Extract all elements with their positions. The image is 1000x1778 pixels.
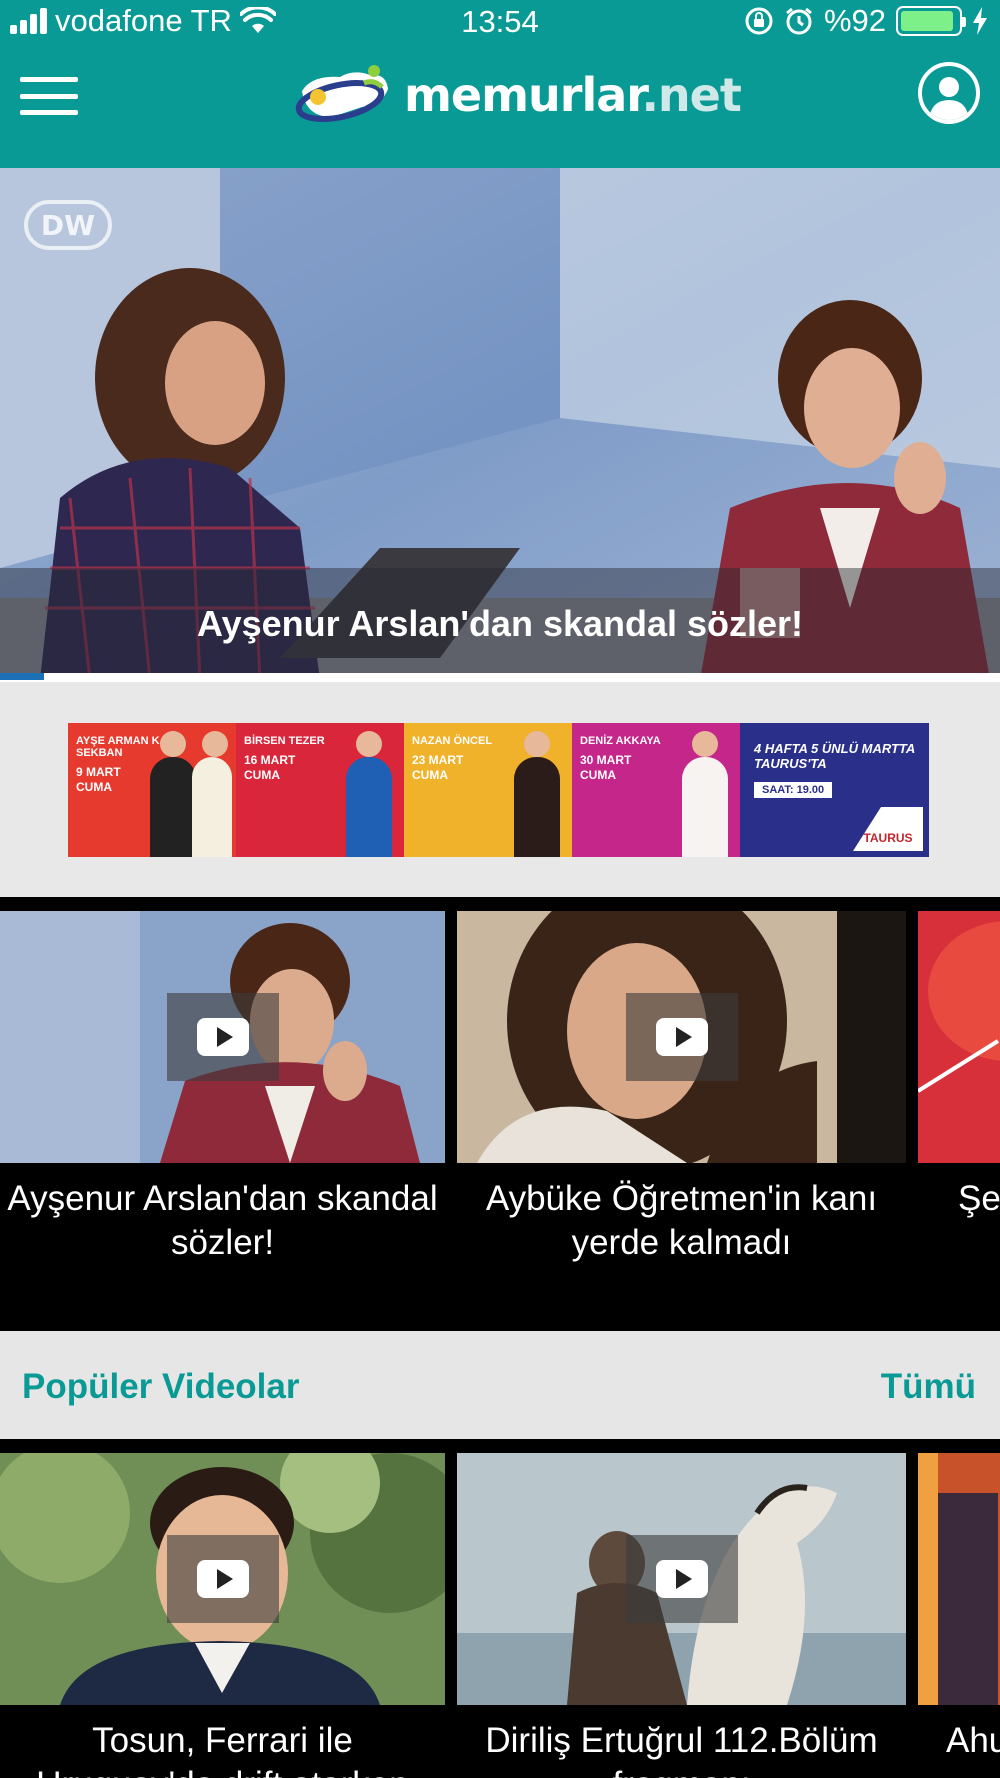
video-card[interactable]: Ahu ke bbox=[918, 1453, 1000, 1763]
ad-panel: BİRSEN TEZER 16 MART CUMA bbox=[236, 723, 404, 857]
alarm-icon bbox=[786, 7, 812, 35]
rotation-lock-icon bbox=[745, 7, 773, 35]
logo-mark-icon bbox=[295, 65, 388, 122]
ad-banner[interactable]: AYŞE ARMAN KAAN SEKBAN 9 MART CUMA BİRSE… bbox=[68, 723, 929, 857]
play-button-icon[interactable] bbox=[166, 1535, 279, 1623]
hero-slider-progress bbox=[0, 673, 1000, 680]
video-title[interactable]: Diriliş Ertuğrul 112.Bölüm fragmanı bbox=[457, 1705, 906, 1778]
play-button-icon[interactable] bbox=[166, 993, 279, 1081]
ad-time: SAAT: 19.00 bbox=[754, 782, 833, 798]
app-header: memurlar.net bbox=[0, 42, 1000, 168]
popular-section-header: Popüler Videolar Tümü bbox=[0, 1331, 1000, 1439]
logo-text: memurlar.net bbox=[404, 68, 742, 122]
user-profile-icon[interactable] bbox=[918, 62, 980, 124]
video-card[interactable]: Ayşenur Arslan'dan skandal sözler! bbox=[0, 911, 445, 1265]
video-card[interactable]: Aybüke Öğretmen'in kanı yerde kalmadı bbox=[457, 911, 906, 1265]
popular-videos-carousel[interactable]: Tosun, Ferrari ile Uruguay'da drift atar… bbox=[0, 1439, 1000, 1778]
video-title[interactable]: Aybüke Öğretmen'in kanı yerde kalmadı bbox=[457, 1163, 906, 1265]
ad-summary-panel: 4 HAFTA 5 ÜNLÜ MARTTA TAURUS'TA SAAT: 19… bbox=[740, 723, 929, 857]
video-card[interactable]: Tosun, Ferrari ile Uruguay'da drift atar… bbox=[0, 1453, 445, 1778]
video-title[interactable]: Ayşenur Arslan'dan skandal sözler! bbox=[0, 1163, 445, 1265]
dw-watermark: DW bbox=[24, 200, 112, 250]
hero-title[interactable]: Ayşenur Arslan'dan skandal sözler! bbox=[0, 568, 1000, 680]
hero-video[interactable]: DW Ayşenur Arslan'dan skandal sözler! bbox=[0, 168, 1000, 680]
battery-icon bbox=[896, 6, 966, 36]
featured-videos-carousel[interactable]: Ayşenur Arslan'dan skandal sözler! Aybük… bbox=[0, 897, 1000, 1331]
ad-panel: AYŞE ARMAN KAAN SEKBAN 9 MART CUMA bbox=[68, 723, 236, 857]
ad-section: AYŞE ARMAN KAAN SEKBAN 9 MART CUMA BİRSE… bbox=[0, 682, 1000, 897]
section-title: Popüler Videolar bbox=[22, 1367, 300, 1406]
ad-brand-logo: TAURUS bbox=[853, 807, 923, 851]
ad-panel: DENİZ AKKAYA 30 MART CUMA bbox=[572, 723, 740, 857]
video-thumbnail[interactable] bbox=[0, 1453, 445, 1705]
video-title[interactable]: Şe bbox=[918, 1163, 1000, 1221]
video-thumbnail[interactable] bbox=[457, 1453, 906, 1705]
hamburger-menu-icon[interactable] bbox=[20, 72, 78, 120]
video-thumbnail[interactable] bbox=[0, 911, 445, 1163]
ad-headline: 4 HAFTA 5 ÜNLÜ MARTTA TAURUS'TA bbox=[754, 741, 915, 771]
video-title[interactable]: Tosun, Ferrari ile Uruguay'da drift atar… bbox=[0, 1705, 445, 1778]
charging-bolt-icon bbox=[973, 7, 987, 35]
video-thumbnail[interactable] bbox=[918, 911, 1000, 1163]
see-all-link[interactable]: Tümü bbox=[881, 1367, 976, 1407]
video-card[interactable]: Diriliş Ertuğrul 112.Bölüm fragmanı bbox=[457, 1453, 906, 1778]
status-bar: vodafone TR 13:54 %92 bbox=[0, 0, 1000, 42]
video-thumbnail[interactable] bbox=[918, 1453, 1000, 1705]
play-button-icon[interactable] bbox=[625, 993, 738, 1081]
status-right: %92 bbox=[744, 3, 988, 38]
ad-panel: NAZAN ÖNCEL 23 MART CUMA bbox=[404, 723, 572, 857]
video-card[interactable]: Şe bbox=[918, 911, 1000, 1221]
video-title[interactable]: Ahu ke bbox=[918, 1705, 1000, 1763]
site-logo[interactable]: memurlar.net bbox=[292, 60, 742, 130]
video-thumbnail[interactable] bbox=[457, 911, 906, 1163]
play-button-icon[interactable] bbox=[625, 1535, 738, 1623]
battery-percent: %92 bbox=[823, 3, 886, 38]
